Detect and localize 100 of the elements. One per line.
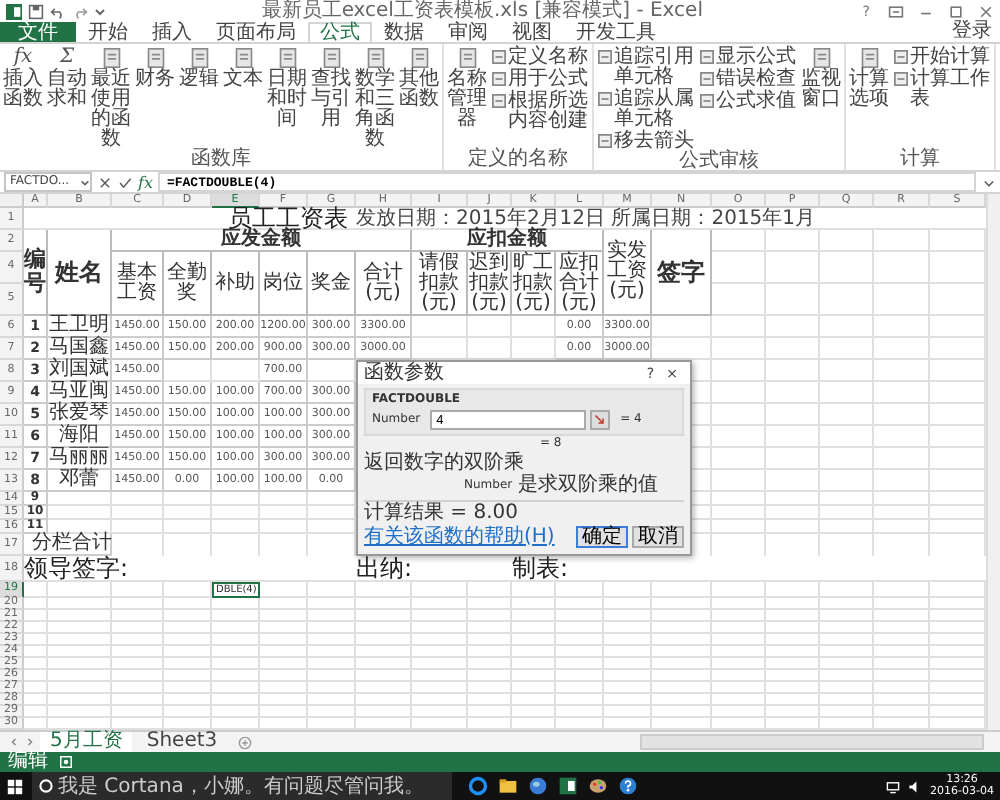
spreadsheet-icon[interactable] (558, 776, 578, 796)
ribbon-button[interactable]: 其他函数 (398, 46, 440, 110)
record-icon[interactable] (60, 756, 72, 768)
undo-icon[interactable] (50, 3, 66, 19)
table-cell: 分栏合计 (24, 534, 112, 556)
page-icon (321, 46, 341, 70)
ribbon-button[interactable]: 查找与引用 (310, 46, 352, 130)
caret-icon[interactable] (94, 5, 106, 17)
enter-icon[interactable] (118, 175, 132, 189)
table-header: 姓名 (48, 230, 112, 316)
add-sheet-icon[interactable] (237, 735, 252, 749)
function-description: 返回数字的双阶乘 (364, 452, 526, 474)
ribbon-display-icon[interactable] (888, 3, 905, 19)
table-header: 岗位 (260, 252, 308, 316)
ribbon-button[interactable]: 计算选项 (848, 46, 890, 110)
cancel-icon[interactable] (98, 175, 112, 189)
ribbon-button[interactable]: 错误检查 (698, 70, 798, 90)
ribbon-button[interactable]: 数学和三角函数 (354, 46, 396, 150)
ribbon-button[interactable]: fx 插入函数 (2, 46, 44, 110)
ribbon-button[interactable]: 财务 (134, 46, 176, 90)
page-icon (598, 134, 612, 148)
globe-icon[interactable] (528, 776, 548, 796)
ribbon-button[interactable]: 计算工作表 (892, 70, 992, 110)
ribbon-button[interactable]: 开始计算 (892, 48, 992, 68)
page-icon (101, 46, 121, 70)
ribbon-button[interactable]: 根据所选内容创建 (490, 92, 590, 132)
ribbon-button[interactable]: 显示公式 (698, 48, 798, 68)
ribbon-button[interactable]: 名称管理器 (446, 46, 488, 130)
help-icon[interactable] (618, 776, 638, 796)
caret-icon (80, 177, 90, 187)
next-sheet-icon[interactable] (24, 736, 36, 748)
ribbon-tab[interactable]: 开发工具 (564, 22, 668, 42)
table-header: 旷工扣款(元) (512, 252, 556, 316)
table-header: 奖金 (308, 252, 356, 316)
page-icon (365, 46, 385, 70)
ribbon-tab[interactable]: 公式 (308, 22, 372, 42)
circle-icon (38, 778, 54, 794)
ribbon-button[interactable]: 监视窗口 (800, 46, 842, 110)
signature-label: 出纳: (356, 556, 415, 582)
ribbon-button[interactable]: 逻辑 (178, 46, 220, 90)
sheet-tab[interactable]: 5月工资 (40, 731, 133, 753)
maximize-icon[interactable] (948, 3, 965, 19)
page-icon (492, 72, 506, 86)
ribbon-button[interactable]: 追踪从属单元格 (596, 90, 696, 130)
page-icon (811, 46, 831, 70)
table-cell: 刘国斌 (48, 360, 112, 382)
arrow-icon (594, 414, 607, 426)
paint-icon[interactable] (588, 776, 608, 796)
ribbon-tab[interactable]: 开始 (76, 22, 140, 42)
save-icon[interactable] (28, 3, 44, 19)
ribbon-button[interactable]: 移去箭头 (596, 132, 696, 152)
page-icon (145, 46, 165, 70)
help-link[interactable]: 有关该函数的帮助(H) (364, 527, 555, 547)
ribbon-tab[interactable]: 页面布局 (204, 22, 308, 42)
page-icon (700, 94, 714, 108)
page-icon (859, 46, 879, 70)
table-header: 合计(元) (356, 252, 412, 316)
browser-icon[interactable] (468, 776, 488, 796)
ribbon-button[interactable]: 日期和时间 (266, 46, 308, 130)
ribbon-button[interactable]: 文本 (222, 46, 264, 90)
ribbon-button[interactable]: 公式求值 (698, 92, 798, 112)
expand-icon[interactable] (982, 175, 996, 189)
page-icon (700, 72, 714, 86)
page-icon (409, 46, 429, 70)
close-icon[interactable] (978, 3, 995, 19)
range-select-button[interactable] (590, 410, 611, 430)
page-icon (189, 46, 209, 70)
page-icon (894, 50, 908, 64)
argument-description: 是求双阶乘的值 (518, 475, 659, 495)
group-label: 定义的名称 (468, 150, 568, 170)
group-label: 计算 (900, 150, 940, 170)
network-icon[interactable] (886, 779, 901, 793)
signature-label: 领导签字: (24, 556, 131, 582)
ribbon-button[interactable]: 定义名称 (490, 48, 590, 68)
ribbon-tab[interactable]: 文件 (0, 22, 76, 42)
windows-start-icon[interactable] (6, 777, 24, 795)
vertical-scrollbar[interactable] (986, 194, 1000, 730)
table-header: 实发工资(元) (604, 230, 652, 316)
redo-icon[interactable] (72, 3, 88, 19)
ribbon-button[interactable]: Σ 自动求和 (46, 46, 88, 110)
sheet-tab[interactable]: Sheet3 (136, 732, 228, 752)
ok-button[interactable]: 确定 (576, 526, 628, 548)
cancel-button[interactable]: 取消 (632, 526, 684, 548)
sign-in-link[interactable]: 登录 (944, 22, 1000, 42)
group-label: 函数库 (191, 150, 251, 170)
insert-function-icon[interactable]: fx (138, 173, 153, 191)
search-field[interactable]: 我是 Cortana，小娜。有问题尽管问我。 (32, 772, 452, 800)
page-icon (492, 50, 506, 64)
ribbon-tab[interactable]: 审阅 (436, 22, 500, 42)
ribbon-tab[interactable]: 插入 (140, 22, 204, 42)
ribbon-tab[interactable]: 数据 (372, 22, 436, 42)
ribbon-button[interactable]: 最近使用的函数 (90, 46, 132, 150)
previous-sheet-icon[interactable] (8, 736, 20, 748)
table-header: 全勤奖 (164, 252, 212, 316)
ribbon-tab[interactable]: 视图 (500, 22, 564, 42)
folder-icon[interactable] (498, 776, 518, 796)
horizontal-scrollbar[interactable] (640, 734, 984, 750)
ribbon-button[interactable]: 追踪引用单元格 (596, 48, 696, 88)
table-cell: 马国鑫 (48, 338, 112, 360)
ribbon-button[interactable]: 用于公式 (490, 70, 590, 90)
